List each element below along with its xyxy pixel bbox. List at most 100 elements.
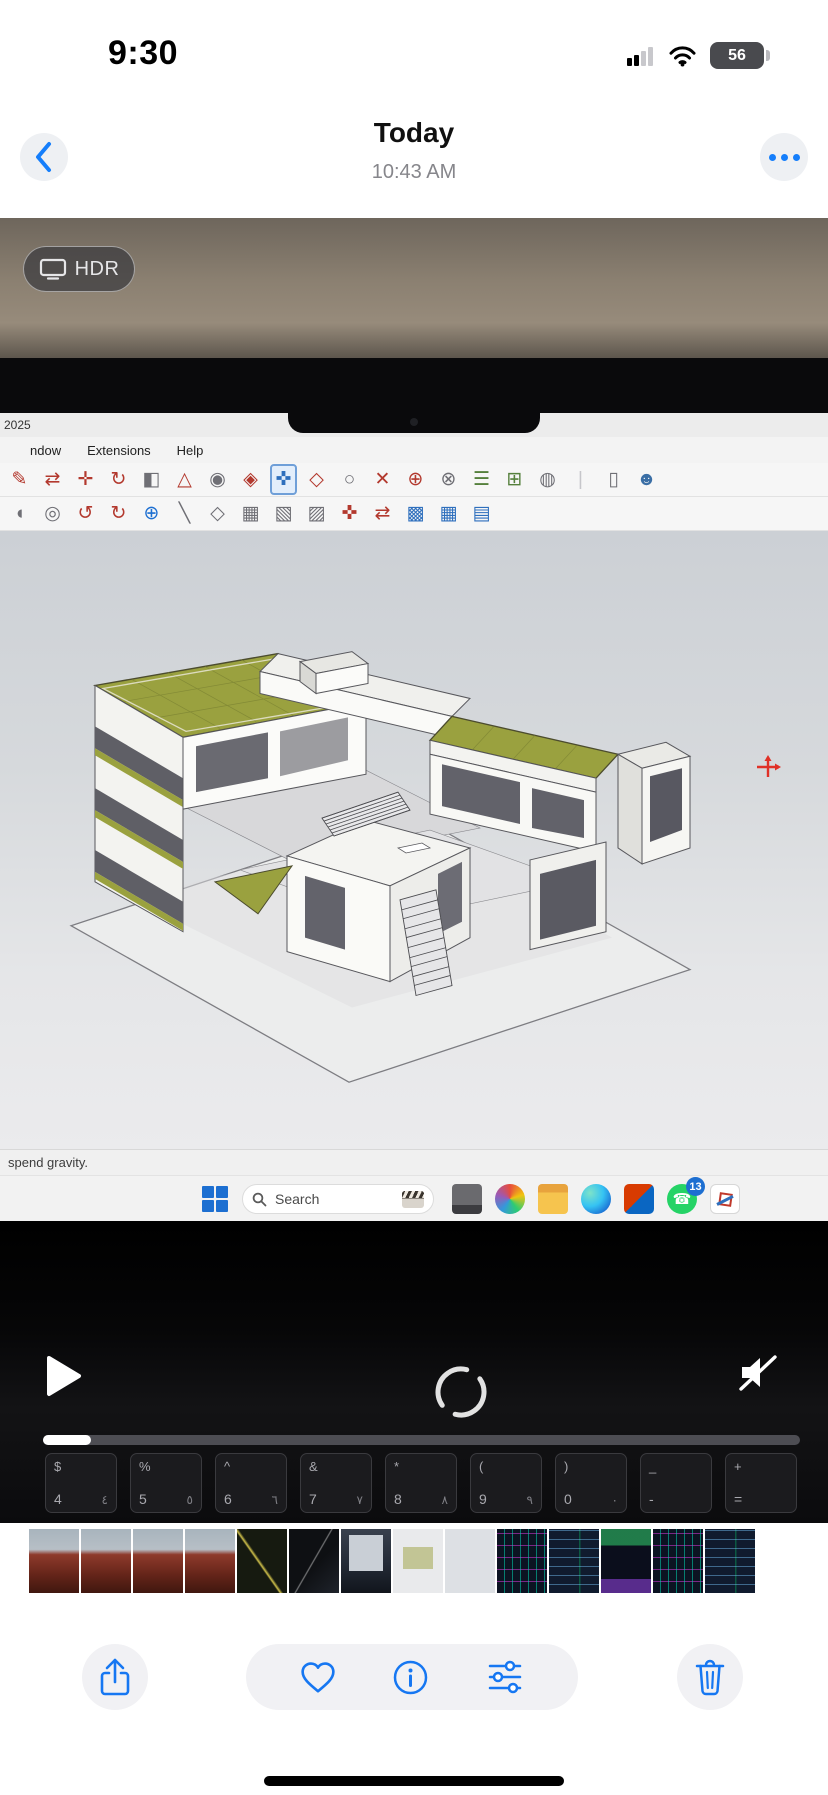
filmstrip-thumbnail[interactable] [497, 1529, 547, 1593]
sketchup-tool-icon: ⊕ [138, 500, 165, 527]
video-filmstrip [0, 1529, 828, 1593]
heart-icon [300, 1661, 336, 1694]
adjust-button[interactable] [486, 1659, 524, 1695]
photos-bottom-toolbar [0, 1593, 828, 1795]
windows-taskbar: Search ☎ 13 [0, 1175, 828, 1221]
sketchup-viewport [0, 531, 828, 1149]
sketchup-tool-icon: ◇ [204, 500, 231, 527]
search-highlight-icon [402, 1191, 424, 1208]
sketchup-tool-icon: ⊕ [402, 466, 429, 493]
mail-app-icon [624, 1184, 654, 1214]
windows-search-box: Search [242, 1184, 434, 1214]
sketchup-tool-icon: ▦ [435, 500, 462, 527]
info-icon [392, 1659, 429, 1696]
laptop-deck: $4٤%5٥^6٦&7٧*8٨(9٩)0٠_-+= [0, 1221, 828, 1523]
sketchup-3d-model [0, 531, 828, 1149]
sketchup-tool-icon: ✛ [72, 466, 99, 493]
keyboard-key: &7٧ [300, 1453, 372, 1513]
keyboard-key: $4٤ [45, 1453, 117, 1513]
sketchup-tool-icon: ✎ [6, 466, 33, 493]
video-player[interactable]: 2025 ndow Extensions Help ✎⇄✛↻◧△◉◈✜◇○✕⊕⊗… [0, 218, 828, 1523]
home-indicator[interactable] [264, 1776, 564, 1786]
menu-item-extensions: Extensions [87, 443, 151, 458]
sketchup-tool-icon: ↺ [72, 500, 99, 527]
filmstrip-thumbnail[interactable] [653, 1529, 703, 1593]
sketchup-tool-icon: ◉ [204, 466, 231, 493]
more-options-button[interactable] [760, 133, 808, 181]
sketchup-tool-icon: ☰ [468, 466, 495, 493]
filmstrip-thumbnail[interactable] [341, 1529, 391, 1593]
speaker-muted-icon [738, 1354, 778, 1392]
sketchup-tool-icon: ✕ [369, 466, 396, 493]
search-label: Search [275, 1191, 319, 1207]
sketchup-app-icon [710, 1184, 740, 1214]
play-button[interactable] [45, 1354, 83, 1403]
wifi-icon [669, 45, 696, 67]
sliders-icon [486, 1659, 524, 1695]
keyboard-key: (9٩ [470, 1453, 542, 1513]
sketchup-tool-icon: ▨ [303, 500, 330, 527]
whatsapp-icon: ☎ 13 [667, 1184, 697, 1214]
sketchup-tool-icon: ◍ [534, 466, 561, 493]
file-explorer-icon [538, 1184, 568, 1214]
keyboard-key: )0٠ [555, 1453, 627, 1513]
share-icon [98, 1656, 132, 1698]
menu-item-help: Help [177, 443, 204, 458]
notification-badge: 13 [686, 1177, 705, 1196]
sketchup-tool-icon: ✜ [270, 464, 297, 495]
trash-icon [693, 1657, 727, 1697]
keyboard-key: _- [640, 1453, 712, 1513]
video-progress-fill [43, 1435, 91, 1445]
sketchup-tool-icon: ⊗ [435, 466, 462, 493]
edge-browser-icon [581, 1184, 611, 1214]
filmstrip-thumbnail[interactable] [705, 1529, 755, 1593]
filmstrip-thumbnail[interactable] [185, 1529, 235, 1593]
sketchup-status-text: spend gravity. [8, 1155, 88, 1170]
search-icon [252, 1192, 267, 1207]
ellipsis-icon [769, 154, 800, 161]
display-icon [39, 257, 67, 281]
filmstrip-thumbnail[interactable] [29, 1529, 79, 1593]
filmstrip-thumbnail[interactable] [289, 1529, 339, 1593]
sketchup-tool-icon: ◈ [237, 466, 264, 493]
sketchup-tool-icon: ○ [336, 466, 363, 493]
sketchup-tool-icon: ▧ [270, 500, 297, 527]
keyboard-key: *8٨ [385, 1453, 457, 1513]
sketchup-tool-icon: | [567, 466, 594, 493]
buffering-spinner [433, 1364, 489, 1425]
video-progress-bar[interactable] [43, 1435, 800, 1445]
sketchup-tool-icon: ✜ [336, 500, 363, 527]
laptop-webcam-notch [288, 413, 540, 433]
page-subtitle: 10:43 AM [0, 161, 828, 184]
menu-item-window: ndow [30, 443, 61, 458]
filmstrip-thumbnail[interactable] [601, 1529, 651, 1593]
sketchup-tool-icon: ☻ [633, 466, 660, 493]
sketchup-tool-icon: ╲ [171, 500, 198, 527]
filmstrip-thumbnail[interactable] [393, 1529, 443, 1593]
system-app-icon [452, 1184, 482, 1214]
filmstrip-thumbnail[interactable] [237, 1529, 287, 1593]
cellular-signal-icon [627, 45, 655, 67]
sketchup-tool-icon: △ [171, 466, 198, 493]
keyboard-key: %5٥ [130, 1453, 202, 1513]
mute-button[interactable] [738, 1354, 778, 1397]
filmstrip-thumbnail[interactable] [445, 1529, 495, 1593]
favorite-button[interactable] [300, 1661, 336, 1694]
filmstrip-thumbnail[interactable] [549, 1529, 599, 1593]
sketchup-toolbar-row1: ✎⇄✛↻◧△◉◈✜◇○✕⊕⊗☰⊞◍|▯☻ [0, 463, 828, 497]
delete-button[interactable] [677, 1644, 743, 1710]
sketchup-tool-icon: ⊞ [501, 466, 528, 493]
sketchup-tool-icon: ◎ [39, 500, 66, 527]
photo-actions-pill [246, 1644, 578, 1710]
sketchup-tool-icon: ▯ [600, 466, 627, 493]
filmstrip-thumbnail[interactable] [133, 1529, 183, 1593]
filmstrip-thumbnail[interactable] [81, 1529, 131, 1593]
sketchup-tool-icon: ▦ [237, 500, 264, 527]
info-button[interactable] [392, 1659, 429, 1696]
photos-app-icon [495, 1184, 525, 1214]
hdr-label: HDR [75, 258, 120, 281]
share-button[interactable] [82, 1644, 148, 1710]
page-title: Today [0, 117, 828, 149]
clock: 9:30 [108, 34, 178, 73]
photos-nav-bar: Today 10:43 AM [0, 95, 828, 218]
